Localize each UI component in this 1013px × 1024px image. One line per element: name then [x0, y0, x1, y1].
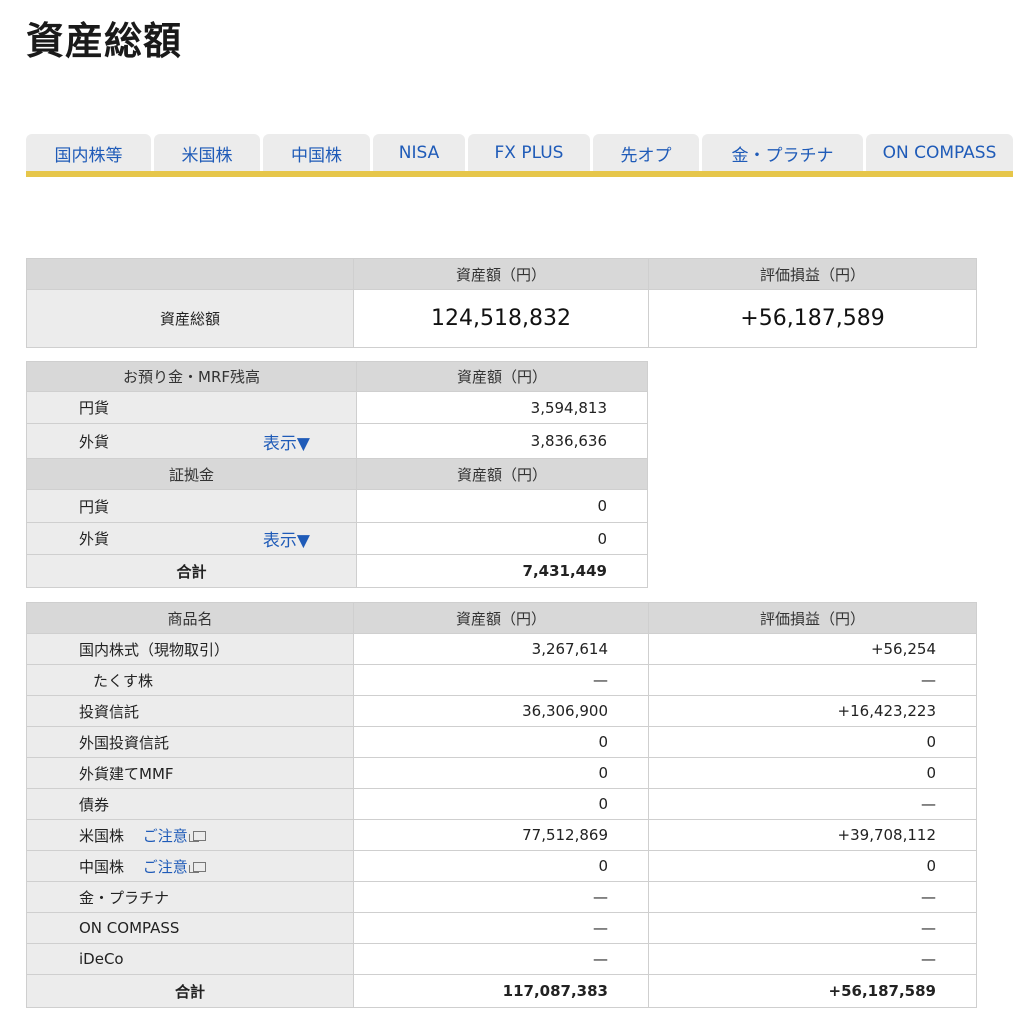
page-title: 資産総額 [26, 19, 183, 63]
product-asset: 0 [353, 850, 649, 882]
product-asset: — [353, 943, 649, 975]
table-row: 米国株 ご注意 77,512,869 +39,708,112 [26, 819, 977, 851]
table-row: 債券 0 — [26, 788, 977, 820]
tab-china-stocks[interactable]: 中国株 [263, 134, 370, 172]
margin-foreign-value: 0 [356, 522, 648, 555]
deposit-jpy-value: 3,594,813 [356, 391, 648, 424]
margin-foreign-row: 外貨 表示▼ [26, 522, 357, 555]
product-pl: +56,254 [648, 633, 977, 665]
product-pl: — [648, 788, 977, 820]
product-name-cell: 中国株 ご注意 [26, 850, 354, 882]
product-name: たくす株 [26, 664, 354, 696]
tab-nisa[interactable]: NISA [373, 134, 465, 172]
margin-jpy-value: 0 [356, 489, 648, 523]
product-name: 米国株 [79, 826, 125, 845]
product-pl: +39,708,112 [648, 819, 977, 851]
product-asset: 0 [353, 788, 649, 820]
tab-futures-options[interactable]: 先オプ [593, 134, 699, 172]
product-pl: — [648, 881, 977, 913]
tab-on-compass[interactable]: ON COMPASS [866, 134, 1013, 172]
products-header-pl: 評価損益（円） [648, 602, 977, 634]
margin-foreign-label: 外貨 [79, 530, 110, 548]
table-row: 外国投資信託 0 0 [26, 726, 977, 758]
table-row: 国内株式（現物取引） 3,267,614 +56,254 [26, 633, 977, 665]
summary-header-asset: 資産額（円） [353, 258, 649, 290]
product-asset: — [353, 664, 649, 696]
deposit-foreign-show-toggle[interactable]: 表示▼ [263, 429, 310, 454]
tab-domestic-stocks[interactable]: 国内株等 [26, 134, 151, 172]
china-stocks-caution-link[interactable]: ご注意 [143, 858, 188, 876]
us-stocks-caution-link[interactable]: ご注意 [143, 827, 188, 845]
product-name-cell: 米国株 ご注意 [26, 819, 354, 851]
margin-asset-header: 資産額（円） [356, 458, 648, 490]
external-window-icon [188, 831, 206, 842]
summary-row-label: 資産総額 [26, 289, 354, 348]
product-pl: — [648, 664, 977, 696]
table-row: たくす株 — — [26, 664, 977, 696]
product-asset: — [353, 881, 649, 913]
product-name: ON COMPASS [26, 912, 354, 944]
margin-foreign-show-toggle[interactable]: 表示▼ [263, 526, 310, 551]
margin-jpy-label: 円貨 [26, 489, 357, 523]
summary-header-blank [26, 258, 354, 290]
table-row: 投資信託 36,306,900 +16,423,223 [26, 695, 977, 727]
product-asset: 36,306,900 [353, 695, 649, 727]
product-pl: — [648, 943, 977, 975]
deposit-foreign-label: 外貨 [79, 432, 110, 451]
cash-total-value: 7,431,449 [356, 554, 648, 588]
table-row: 中国株 ご注意 0 0 [26, 850, 977, 882]
product-name: 中国株 [79, 857, 125, 876]
product-name: 債券 [26, 788, 354, 820]
product-pl: — [648, 912, 977, 944]
product-asset: 3,267,614 [353, 633, 649, 665]
product-name: 外国投資信託 [26, 726, 354, 758]
product-name: 投資信託 [26, 695, 354, 727]
tab-bar: 国内株等 米国株 中国株 NISA FX PLUS 先オプ 金・プラチナ ON … [26, 134, 1013, 178]
table-row: iDeCo — — [26, 943, 977, 975]
deposit-asset-header: 資産額（円） [356, 361, 648, 392]
product-asset: 0 [353, 757, 649, 789]
product-asset: 77,512,869 [353, 819, 649, 851]
table-row: ON COMPASS — — [26, 912, 977, 944]
tab-us-stocks[interactable]: 米国株 [154, 134, 260, 172]
product-pl: +16,423,223 [648, 695, 977, 727]
product-asset: 0 [353, 726, 649, 758]
total-asset-value: 124,518,832 [353, 289, 649, 348]
tab-gold-platinum[interactable]: 金・プラチナ [702, 134, 863, 172]
table-row: 金・プラチナ — — [26, 881, 977, 913]
summary-table: 資産額（円） 評価損益（円） 資産総額 124,518,832 +56,187,… [26, 258, 977, 348]
summary-header-pl: 評価損益（円） [648, 258, 977, 290]
products-total-asset: 117,087,383 [353, 974, 649, 1008]
deposit-jpy-label: 円貨 [26, 391, 357, 424]
product-pl: 0 [648, 757, 977, 789]
product-pl: 0 [648, 726, 977, 758]
margin-header: 証拠金 [26, 458, 357, 490]
cash-table: お預り金・MRF残高 資産額（円） 円貨 3,594,813 外貨 表示▼ 3,… [26, 361, 648, 588]
deposit-foreign-value: 3,836,636 [356, 423, 648, 459]
product-name: 外貨建てMMF [26, 757, 354, 789]
product-asset: — [353, 912, 649, 944]
products-header-asset: 資産額（円） [353, 602, 649, 634]
total-pl-value: +56,187,589 [648, 289, 977, 348]
cash-total-label: 合計 [26, 554, 357, 588]
deposit-header: お預り金・MRF残高 [26, 361, 357, 392]
external-window-icon [188, 862, 206, 873]
product-name: 国内株式（現物取引） [26, 633, 354, 665]
tab-fx-plus[interactable]: FX PLUS [468, 134, 590, 172]
tab-underline [26, 171, 1013, 177]
product-name: 金・プラチナ [26, 881, 354, 913]
products-total-label: 合計 [26, 974, 354, 1008]
products-total-pl: +56,187,589 [648, 974, 977, 1008]
product-pl: 0 [648, 850, 977, 882]
products-header-name: 商品名 [26, 602, 354, 634]
deposit-foreign-row: 外貨 表示▼ [26, 423, 357, 459]
products-table: 商品名 資産額（円） 評価損益（円） 国内株式（現物取引） 3,267,614 … [26, 602, 977, 1008]
table-row: 外貨建てMMF 0 0 [26, 757, 977, 789]
product-name: iDeCo [26, 943, 354, 975]
